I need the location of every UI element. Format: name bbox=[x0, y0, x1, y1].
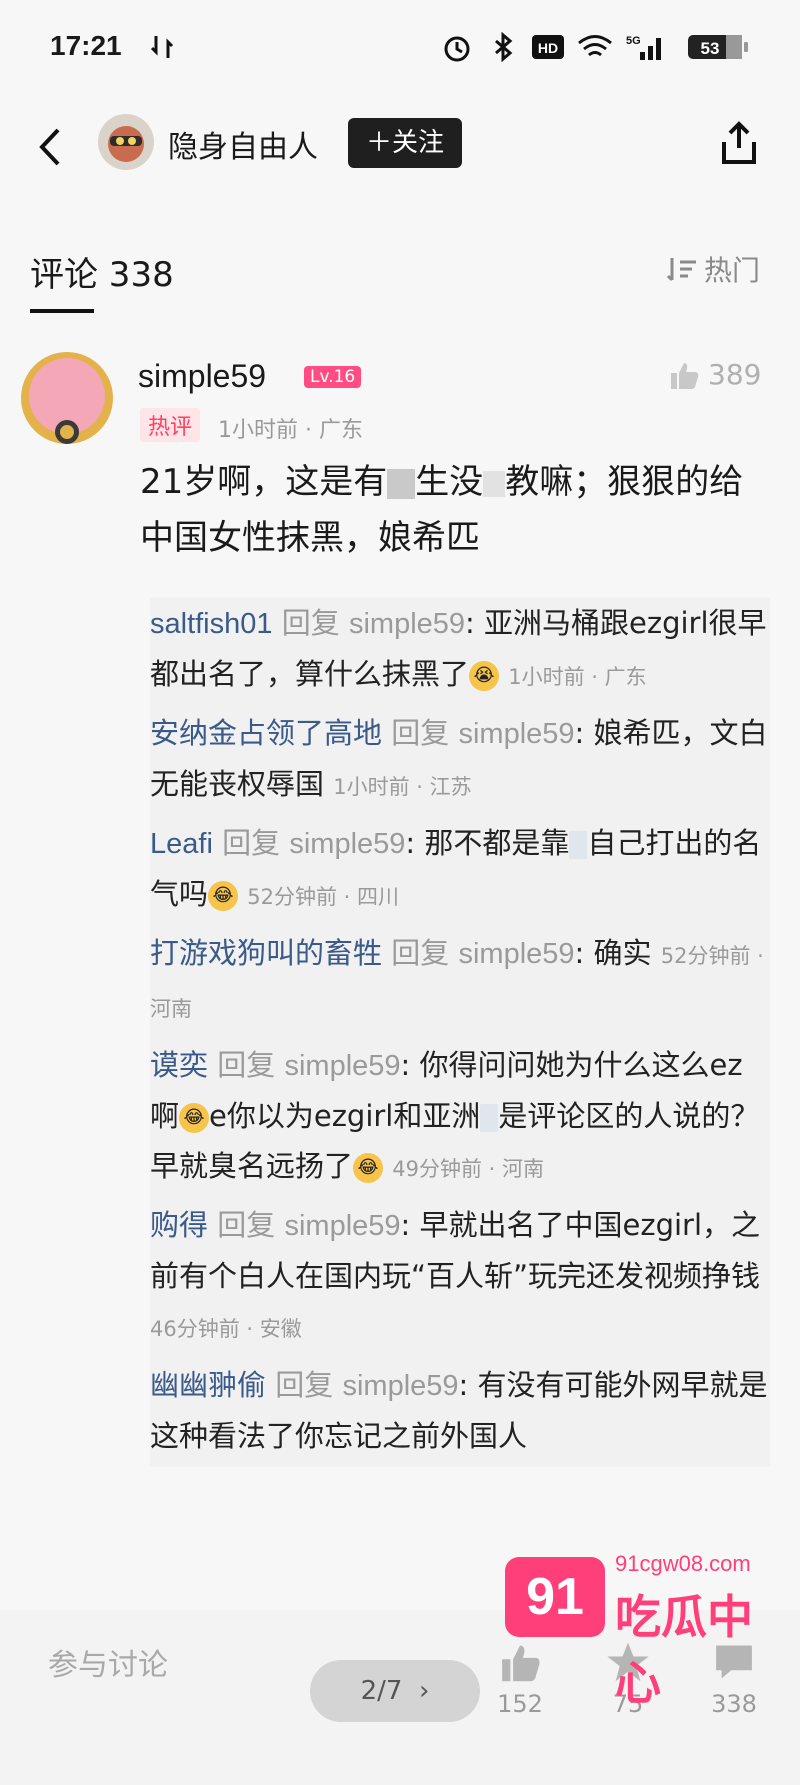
comment-text: 生没 bbox=[415, 462, 484, 502]
reply-word: 回复 bbox=[222, 826, 281, 860]
reply-text: 那不都是靠 bbox=[424, 826, 570, 860]
comment-text: 21岁啊，这是有 bbox=[140, 462, 388, 502]
toilet-emoji-icon bbox=[569, 831, 588, 859]
alarm-icon bbox=[444, 36, 470, 62]
commenter-username[interactable]: simple59 bbox=[138, 358, 266, 395]
reply-item[interactable]: 安纳金占领了高地 回复 simple59: 娘希匹，文白无能丧权辱国 1小时前 … bbox=[150, 708, 770, 812]
reply-meta: 52分钟前 · 四川 bbox=[247, 885, 399, 909]
svg-text:HD: HD bbox=[538, 40, 558, 56]
level-badge: Lv.16 bbox=[304, 366, 362, 388]
comments-header: 评论 338 热门 bbox=[0, 235, 800, 315]
signal-5g-icon: 5G bbox=[626, 35, 661, 60]
reply-word: 回复 bbox=[275, 1368, 334, 1402]
like-count: 152 bbox=[497, 1690, 543, 1718]
reply-target: simple59 bbox=[348, 608, 466, 640]
top-nav: 隐身自由人 ＋关注 bbox=[0, 100, 800, 210]
reply-author[interactable]: 安纳金占领了高地 bbox=[150, 718, 382, 750]
follow-button[interactable]: ＋关注 bbox=[348, 118, 462, 168]
reply-target: simple59 bbox=[284, 1050, 401, 1082]
hd-icon: HD bbox=[532, 35, 564, 59]
reply-item[interactable]: 购得 回复 simple59: 早就出名了中国ezgirl，之前有个白人在国内玩… bbox=[150, 1200, 770, 1354]
watermark-text: 吃瓜中心 bbox=[615, 1590, 753, 1710]
status-bar: 17:21 HD 5G 53 bbox=[0, 0, 800, 100]
battery-icon: 53 bbox=[688, 35, 748, 59]
reply-meta: 46分钟前 · 安徽 bbox=[150, 1317, 302, 1341]
reply-list: saltfish01 回复 simple59: 亚洲马桶跟ezgirl很早都出名… bbox=[150, 598, 770, 1467]
thumbs-up-icon bbox=[502, 1645, 540, 1682]
reply-author[interactable]: 谟奕 bbox=[150, 1050, 208, 1082]
comment-like-count: 389 bbox=[708, 358, 762, 391]
sort-label: 热门 bbox=[704, 254, 761, 287]
wifi-icon bbox=[578, 35, 612, 57]
back-arrow-icon[interactable] bbox=[30, 122, 70, 172]
watermark-91: 91 bbox=[505, 1557, 605, 1637]
toilet-emoji-icon bbox=[480, 1104, 499, 1132]
reply-target: simple59 bbox=[458, 938, 575, 970]
reply-word: 回复 bbox=[217, 1208, 276, 1242]
comments-tab[interactable]: 评论 338 bbox=[30, 247, 174, 296]
watermark-url: 91cgw08.com bbox=[615, 1551, 751, 1576]
sort-toggle[interactable]: 热门 bbox=[666, 249, 760, 289]
chevron-right-icon: › bbox=[410, 1676, 430, 1706]
reply-author[interactable]: 幽幽翀偷 bbox=[150, 1370, 266, 1402]
reply-text: 确实 bbox=[593, 936, 652, 970]
reply-word: 回复 bbox=[391, 936, 450, 970]
redacted-mark bbox=[483, 470, 506, 497]
crying-emoji-icon: 😭 bbox=[469, 661, 500, 691]
author-avatar[interactable] bbox=[98, 114, 154, 170]
tab-underline bbox=[30, 309, 94, 313]
reply-word: 回复 bbox=[281, 606, 340, 640]
watermark-logo: 91 91cgw08.com 吃瓜中心 bbox=[505, 1535, 785, 1710]
sort-icon bbox=[666, 258, 696, 282]
reply-author[interactable]: Leafi bbox=[150, 828, 213, 860]
reply-word: 回复 bbox=[217, 1048, 276, 1082]
laughing-emoji-icon: 😂 bbox=[179, 1103, 210, 1133]
reply-target: simple59 bbox=[458, 718, 575, 750]
comment-like-button[interactable]: 389 bbox=[668, 358, 761, 391]
page-indicator-button[interactable]: 2/7 › bbox=[310, 1660, 480, 1722]
reply-meta: 1小时前 · 江苏 bbox=[333, 775, 472, 799]
laughing-emoji-icon: 😂 bbox=[353, 1153, 384, 1183]
thumbs-up-icon bbox=[671, 362, 699, 389]
svg-text:5G: 5G bbox=[626, 35, 641, 47]
hot-comment-badge: 热评 bbox=[140, 408, 201, 442]
reply-item[interactable]: Leafi 回复 simple59: 那不都是靠 自己打出的名气吗 😂 52分钟前 … bbox=[150, 818, 770, 922]
comment-meta: 1小时前 · 广东 bbox=[218, 418, 363, 443]
reply-author[interactable]: 打游戏狗叫的畜牲 bbox=[150, 938, 382, 970]
author-name[interactable]: 隐身自由人 bbox=[168, 122, 318, 166]
share-icon[interactable] bbox=[716, 118, 762, 168]
reply-target: simple59 bbox=[342, 1370, 459, 1402]
bluetooth-icon bbox=[495, 32, 513, 62]
redacted-mark bbox=[387, 468, 416, 499]
like-button[interactable]: 152 bbox=[480, 1640, 560, 1718]
reply-target: simple59 bbox=[289, 828, 406, 860]
reply-author[interactable]: 购得 bbox=[150, 1210, 208, 1242]
reply-target: simple59 bbox=[284, 1210, 401, 1242]
comment-input[interactable]: 参与讨论 bbox=[48, 1640, 168, 1684]
reply-item[interactable]: 谟奕 回复 simple59: 你得问问她为什么这么ez啊 😂 e你以为ezgirl… bbox=[150, 1040, 770, 1194]
reply-author[interactable]: saltfish01 bbox=[150, 608, 273, 640]
svg-text:53: 53 bbox=[701, 39, 720, 58]
laughing-emoji-icon: 😂 bbox=[208, 881, 239, 911]
reply-word: 回复 bbox=[391, 716, 450, 750]
reply-item[interactable]: 打游戏狗叫的畜牲 回复 simple59: 确实 52分钟前 · 河南 bbox=[150, 928, 770, 1034]
reply-item[interactable]: 幽幽翀偷 回复 simple59: 有没有可能外网早就是这种看法了你忘记之前外国… bbox=[150, 1360, 770, 1461]
commenter-avatar[interactable] bbox=[16, 350, 118, 452]
sync-icon bbox=[150, 36, 174, 58]
reply-text: e你以为ezgirl和亚洲 bbox=[209, 1099, 481, 1133]
reply-item[interactable]: saltfish01 回复 simple59: 亚洲马桶跟ezgirl很早都出名… bbox=[150, 598, 770, 702]
reply-meta: 49分钟前 · 河南 bbox=[392, 1157, 544, 1181]
page-indicator: 2/7 bbox=[360, 1676, 403, 1706]
status-time: 17:21 bbox=[50, 30, 122, 61]
comment-body: 21岁啊，这是有 生没 教嘛；狠狠的给中国女性抹黑，娘希匹 bbox=[140, 454, 760, 566]
reply-meta: 1小时前 · 广东 bbox=[508, 665, 647, 689]
